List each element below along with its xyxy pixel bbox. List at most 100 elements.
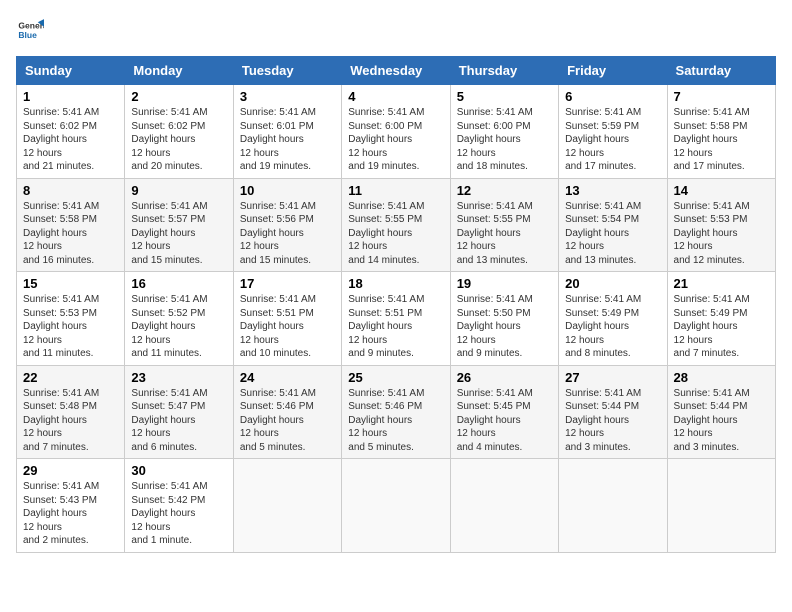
svg-text:Blue: Blue (18, 30, 37, 40)
day-number: 16 (131, 276, 226, 291)
calendar-cell (667, 459, 775, 553)
day-number: 19 (457, 276, 552, 291)
calendar-cell: 19 Sunrise: 5:41 AMSunset: 5:50 PMDaylig… (450, 272, 558, 366)
day-info: Sunrise: 5:41 AMSunset: 5:55 PMDaylight … (348, 200, 443, 268)
calendar-cell: 1 Sunrise: 5:41 AMSunset: 6:02 PMDayligh… (17, 85, 125, 179)
calendar-cell: 23 Sunrise: 5:41 AMSunset: 5:47 PMDaylig… (125, 365, 233, 459)
day-info: Sunrise: 5:41 AMSunset: 5:53 PMDaylight … (674, 200, 769, 268)
day-number: 4 (348, 89, 443, 104)
day-number: 14 (674, 183, 769, 198)
col-header-sunday: Sunday (17, 57, 125, 85)
day-number: 25 (348, 370, 443, 385)
col-header-tuesday: Tuesday (233, 57, 341, 85)
calendar-cell (559, 459, 667, 553)
day-info: Sunrise: 5:41 AMSunset: 6:02 PMDaylight … (23, 106, 118, 174)
col-header-friday: Friday (559, 57, 667, 85)
calendar-cell: 26 Sunrise: 5:41 AMSunset: 5:45 PMDaylig… (450, 365, 558, 459)
calendar-cell: 10 Sunrise: 5:41 AMSunset: 5:56 PMDaylig… (233, 178, 341, 272)
day-number: 13 (565, 183, 660, 198)
col-header-monday: Monday (125, 57, 233, 85)
calendar-cell: 14 Sunrise: 5:41 AMSunset: 5:53 PMDaylig… (667, 178, 775, 272)
day-info: Sunrise: 5:41 AMSunset: 5:49 PMDaylight … (674, 293, 769, 361)
day-info: Sunrise: 5:41 AMSunset: 5:56 PMDaylight … (240, 200, 335, 268)
day-number: 26 (457, 370, 552, 385)
day-number: 17 (240, 276, 335, 291)
calendar-cell: 20 Sunrise: 5:41 AMSunset: 5:49 PMDaylig… (559, 272, 667, 366)
day-number: 7 (674, 89, 769, 104)
logo-icon: General Blue (16, 16, 44, 44)
day-info: Sunrise: 5:41 AMSunset: 5:58 PMDaylight … (23, 200, 118, 268)
day-number: 3 (240, 89, 335, 104)
day-number: 22 (23, 370, 118, 385)
day-info: Sunrise: 5:41 AMSunset: 5:48 PMDaylight … (23, 387, 118, 455)
day-info: Sunrise: 5:41 AMSunset: 5:53 PMDaylight … (23, 293, 118, 361)
day-number: 11 (348, 183, 443, 198)
calendar-cell: 28 Sunrise: 5:41 AMSunset: 5:44 PMDaylig… (667, 365, 775, 459)
day-info: Sunrise: 5:41 AMSunset: 5:44 PMDaylight … (674, 387, 769, 455)
calendar-cell: 7 Sunrise: 5:41 AMSunset: 5:58 PMDayligh… (667, 85, 775, 179)
day-info: Sunrise: 5:41 AMSunset: 5:45 PMDaylight … (457, 387, 552, 455)
day-number: 27 (565, 370, 660, 385)
day-number: 2 (131, 89, 226, 104)
calendar-week-3: 15 Sunrise: 5:41 AMSunset: 5:53 PMDaylig… (17, 272, 776, 366)
day-number: 29 (23, 463, 118, 478)
calendar-cell: 30 Sunrise: 5:41 AMSunset: 5:42 PMDaylig… (125, 459, 233, 553)
day-number: 12 (457, 183, 552, 198)
calendar-cell: 17 Sunrise: 5:41 AMSunset: 5:51 PMDaylig… (233, 272, 341, 366)
day-info: Sunrise: 5:41 AMSunset: 6:02 PMDaylight … (131, 106, 226, 174)
day-number: 9 (131, 183, 226, 198)
calendar-cell: 22 Sunrise: 5:41 AMSunset: 5:48 PMDaylig… (17, 365, 125, 459)
calendar-cell: 21 Sunrise: 5:41 AMSunset: 5:49 PMDaylig… (667, 272, 775, 366)
day-info: Sunrise: 5:41 AMSunset: 6:01 PMDaylight … (240, 106, 335, 174)
calendar-cell: 8 Sunrise: 5:41 AMSunset: 5:58 PMDayligh… (17, 178, 125, 272)
calendar-cell: 29 Sunrise: 5:41 AMSunset: 5:43 PMDaylig… (17, 459, 125, 553)
calendar-cell (233, 459, 341, 553)
day-info: Sunrise: 5:41 AMSunset: 5:50 PMDaylight … (457, 293, 552, 361)
day-info: Sunrise: 5:41 AMSunset: 5:47 PMDaylight … (131, 387, 226, 455)
col-header-thursday: Thursday (450, 57, 558, 85)
day-info: Sunrise: 5:41 AMSunset: 5:54 PMDaylight … (565, 200, 660, 268)
calendar-cell: 18 Sunrise: 5:41 AMSunset: 5:51 PMDaylig… (342, 272, 450, 366)
logo: General Blue (16, 16, 48, 44)
day-info: Sunrise: 5:41 AMSunset: 5:46 PMDaylight … (240, 387, 335, 455)
day-number: 5 (457, 89, 552, 104)
day-number: 1 (23, 89, 118, 104)
col-header-saturday: Saturday (667, 57, 775, 85)
calendar-cell: 11 Sunrise: 5:41 AMSunset: 5:55 PMDaylig… (342, 178, 450, 272)
calendar-cell: 25 Sunrise: 5:41 AMSunset: 5:46 PMDaylig… (342, 365, 450, 459)
calendar-week-4: 22 Sunrise: 5:41 AMSunset: 5:48 PMDaylig… (17, 365, 776, 459)
day-number: 15 (23, 276, 118, 291)
calendar-cell: 27 Sunrise: 5:41 AMSunset: 5:44 PMDaylig… (559, 365, 667, 459)
day-info: Sunrise: 5:41 AMSunset: 5:49 PMDaylight … (565, 293, 660, 361)
calendar-table: SundayMondayTuesdayWednesdayThursdayFrid… (16, 56, 776, 553)
calendar-cell: 12 Sunrise: 5:41 AMSunset: 5:55 PMDaylig… (450, 178, 558, 272)
day-number: 23 (131, 370, 226, 385)
calendar-cell (450, 459, 558, 553)
calendar-cell: 13 Sunrise: 5:41 AMSunset: 5:54 PMDaylig… (559, 178, 667, 272)
day-number: 24 (240, 370, 335, 385)
calendar-cell: 2 Sunrise: 5:41 AMSunset: 6:02 PMDayligh… (125, 85, 233, 179)
day-info: Sunrise: 5:41 AMSunset: 5:51 PMDaylight … (348, 293, 443, 361)
calendar-cell: 6 Sunrise: 5:41 AMSunset: 5:59 PMDayligh… (559, 85, 667, 179)
calendar-cell: 9 Sunrise: 5:41 AMSunset: 5:57 PMDayligh… (125, 178, 233, 272)
calendar-cell: 24 Sunrise: 5:41 AMSunset: 5:46 PMDaylig… (233, 365, 341, 459)
calendar-cell: 16 Sunrise: 5:41 AMSunset: 5:52 PMDaylig… (125, 272, 233, 366)
day-info: Sunrise: 5:41 AMSunset: 5:52 PMDaylight … (131, 293, 226, 361)
day-info: Sunrise: 5:41 AMSunset: 5:58 PMDaylight … (674, 106, 769, 174)
day-info: Sunrise: 5:41 AMSunset: 5:43 PMDaylight … (23, 480, 118, 548)
calendar-header-row: SundayMondayTuesdayWednesdayThursdayFrid… (17, 57, 776, 85)
day-info: Sunrise: 5:41 AMSunset: 5:42 PMDaylight … (131, 480, 226, 548)
day-info: Sunrise: 5:41 AMSunset: 5:44 PMDaylight … (565, 387, 660, 455)
day-number: 28 (674, 370, 769, 385)
day-number: 18 (348, 276, 443, 291)
col-header-wednesday: Wednesday (342, 57, 450, 85)
day-info: Sunrise: 5:41 AMSunset: 5:55 PMDaylight … (457, 200, 552, 268)
page-header: General Blue (16, 16, 776, 44)
day-number: 21 (674, 276, 769, 291)
day-info: Sunrise: 5:41 AMSunset: 6:00 PMDaylight … (457, 106, 552, 174)
calendar-cell: 5 Sunrise: 5:41 AMSunset: 6:00 PMDayligh… (450, 85, 558, 179)
day-number: 10 (240, 183, 335, 198)
day-number: 30 (131, 463, 226, 478)
calendar-cell: 4 Sunrise: 5:41 AMSunset: 6:00 PMDayligh… (342, 85, 450, 179)
calendar-cell: 15 Sunrise: 5:41 AMSunset: 5:53 PMDaylig… (17, 272, 125, 366)
